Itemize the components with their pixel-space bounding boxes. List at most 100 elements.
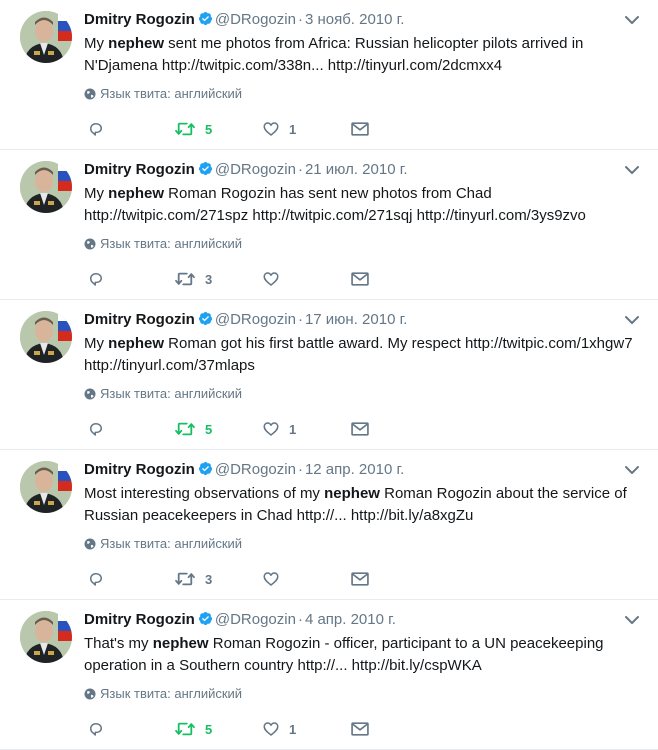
- direct-message-button[interactable]: [350, 718, 370, 740]
- chevron-down-icon[interactable]: [624, 614, 640, 626]
- envelope-icon: [351, 722, 369, 736]
- separator-dot: ·: [297, 611, 303, 628]
- author-name[interactable]: Dmitry Rogozin: [84, 461, 195, 478]
- separator-dot: ·: [297, 461, 303, 478]
- tweet[interactable]: Dmitry Rogozin @DRogozin · 3 нояб. 2010 г. …: [0, 0, 658, 150]
- author-handle[interactable]: @DRogozin: [215, 311, 296, 328]
- like-count: 1: [289, 421, 297, 437]
- reply-button[interactable]: [87, 268, 105, 290]
- tweet-language[interactable]: Язык твита: английский: [84, 86, 242, 102]
- highlight-term: nephew: [108, 185, 165, 202]
- tweet-text: My nephew sent me photos from Africa: Ru…: [84, 33, 644, 77]
- tweet-text-before: My: [84, 35, 109, 52]
- verified-badge-icon: [198, 161, 212, 176]
- tweet-date[interactable]: 21 июл. 2010 г.: [305, 161, 408, 178]
- chevron-down-icon[interactable]: [624, 164, 640, 176]
- author-name[interactable]: Dmitry Rogozin: [84, 311, 195, 328]
- verified-badge-icon: [198, 11, 212, 26]
- tweet-date[interactable]: 3 нояб. 2010 г.: [305, 11, 405, 28]
- avatar[interactable]: [20, 311, 72, 363]
- tweet[interactable]: Dmitry Rogozin @DRogozin · 4 апр. 2010 г. T…: [0, 600, 658, 750]
- tweet-date[interactable]: 4 апр. 2010 г.: [305, 611, 396, 628]
- retweet-count: 5: [205, 721, 213, 737]
- verified-badge-icon: [198, 611, 212, 626]
- envelope-icon: [351, 122, 369, 136]
- author-handle[interactable]: @DRogozin: [215, 611, 296, 628]
- retweet-button[interactable]: 3: [174, 268, 212, 290]
- tweet-text: My nephew Roman Rogozin has sent new pho…: [84, 183, 644, 227]
- reply-icon: [90, 423, 102, 436]
- tweet[interactable]: Dmitry Rogozin @DRogozin · 12 апр. 2010 г. …: [0, 450, 658, 600]
- globe-icon: [84, 238, 96, 250]
- heart-icon: [263, 572, 279, 586]
- language-label: Язык твита: английский: [100, 686, 243, 701]
- retweet-count: 5: [205, 121, 213, 137]
- tweet-header: Dmitry Rogozin @DRogozin · 17 июн. 2010 г.: [84, 310, 407, 330]
- like-button[interactable]: 1: [262, 118, 296, 140]
- tweet-actions: 5 1: [84, 118, 384, 140]
- like-button[interactable]: [262, 568, 289, 590]
- avatar[interactable]: [20, 11, 72, 63]
- language-label: Язык твита: английский: [100, 86, 243, 101]
- avatar[interactable]: [20, 161, 72, 213]
- author-handle[interactable]: @DRogozin: [215, 161, 296, 178]
- envelope-icon: [351, 272, 369, 286]
- reply-button[interactable]: [87, 118, 105, 140]
- tweet[interactable]: Dmitry Rogozin @DRogozin · 17 июн. 2010 г. …: [0, 300, 658, 450]
- like-button[interactable]: 1: [262, 418, 296, 440]
- direct-message-button[interactable]: [350, 118, 370, 140]
- like-count: 1: [289, 121, 297, 137]
- heart-icon: [263, 122, 279, 136]
- direct-message-button[interactable]: [350, 418, 370, 440]
- direct-message-button[interactable]: [350, 268, 370, 290]
- tweet-text-before: My: [84, 335, 109, 352]
- reply-button[interactable]: [87, 418, 105, 440]
- tweet-language[interactable]: Язык твита: английский: [84, 386, 242, 402]
- avatar[interactable]: [20, 611, 72, 663]
- author-name[interactable]: Dmitry Rogozin: [84, 11, 195, 28]
- reply-icon: [90, 723, 102, 736]
- chevron-down-icon[interactable]: [624, 314, 640, 326]
- tweet-language[interactable]: Язык твита: английский: [84, 686, 242, 702]
- author-handle[interactable]: @DRogozin: [215, 11, 296, 28]
- tweet-header: Dmitry Rogozin @DRogozin · 12 апр. 2010 г.: [84, 460, 404, 480]
- author-name[interactable]: Dmitry Rogozin: [84, 161, 195, 178]
- tweet-actions: 3: [84, 568, 384, 590]
- retweet-button[interactable]: 5: [174, 118, 212, 140]
- highlight-term: nephew: [108, 35, 165, 52]
- tweet-text-after: Roman got his first battle award. My res…: [84, 335, 633, 374]
- author-name[interactable]: Dmitry Rogozin: [84, 611, 195, 628]
- retweet-button[interactable]: 5: [174, 418, 212, 440]
- reply-button[interactable]: [87, 718, 105, 740]
- tweet-date[interactable]: 17 июн. 2010 г.: [305, 311, 407, 328]
- envelope-icon: [351, 422, 369, 436]
- like-button[interactable]: [262, 268, 289, 290]
- retweet-button[interactable]: 5: [174, 718, 212, 740]
- tweet-language[interactable]: Язык твита: английский: [84, 536, 242, 552]
- direct-message-button[interactable]: [350, 568, 370, 590]
- heart-icon: [263, 272, 279, 286]
- chevron-down-icon[interactable]: [624, 14, 640, 26]
- avatar[interactable]: [20, 461, 72, 513]
- separator-dot: ·: [297, 11, 303, 28]
- tweet-date[interactable]: 12 апр. 2010 г.: [305, 461, 404, 478]
- retweet-icon: [175, 722, 195, 736]
- tweet-language[interactable]: Язык твита: английский: [84, 236, 242, 252]
- tweet-text: Most interesting observations of my neph…: [84, 483, 644, 527]
- highlight-term: nephew: [324, 485, 380, 502]
- reply-button[interactable]: [87, 568, 105, 590]
- chevron-down-icon[interactable]: [624, 464, 640, 476]
- globe-icon: [84, 538, 96, 550]
- like-count: 1: [289, 721, 297, 737]
- globe-icon: [84, 88, 96, 100]
- tweet[interactable]: Dmitry Rogozin @DRogozin · 21 июл. 2010 г. …: [0, 150, 658, 300]
- author-handle[interactable]: @DRogozin: [215, 461, 296, 478]
- tweet-actions: 5 1: [84, 718, 384, 740]
- retweet-button[interactable]: 3: [174, 568, 212, 590]
- retweet-icon: [175, 422, 195, 436]
- like-button[interactable]: 1: [262, 718, 296, 740]
- tweet-text-before: Most interesting observations of my: [84, 485, 325, 502]
- verified-badge-icon: [198, 461, 212, 476]
- tweet-header: Dmitry Rogozin @DRogozin · 4 апр. 2010 г.: [84, 610, 396, 630]
- retweet-icon: [175, 122, 195, 136]
